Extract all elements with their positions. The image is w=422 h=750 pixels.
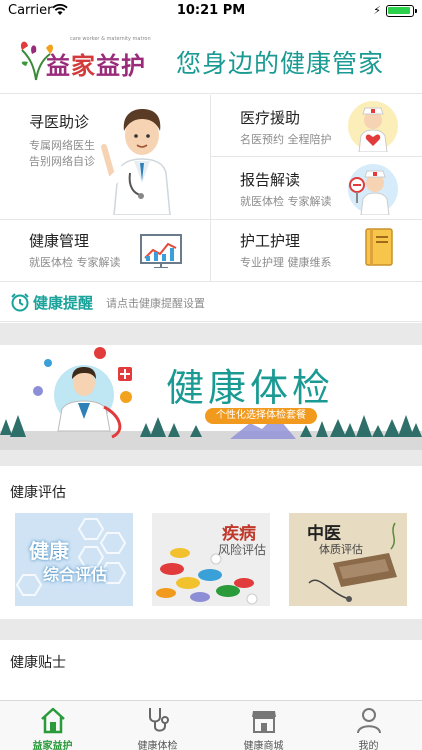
doctor-pointing-icon bbox=[101, 109, 171, 215]
battery-icon bbox=[386, 5, 417, 17]
service-subtitle: 就医体检 专家解读 bbox=[29, 256, 121, 269]
logo-subtext: care worker & maternity matron bbox=[70, 36, 151, 42]
card-line-2: 综合评估 bbox=[43, 565, 108, 584]
service-title: 寻医助诊 bbox=[29, 113, 90, 131]
card-line-2: 体质评估 bbox=[319, 543, 363, 556]
service-subtitle: 就医体检 专家解读 bbox=[240, 195, 332, 208]
service-title: 报告解读 bbox=[240, 171, 301, 189]
brand-part-3: 益护 bbox=[96, 51, 146, 80]
service-title: 医疗援助 bbox=[240, 109, 301, 127]
stethoscope-icon bbox=[149, 708, 169, 732]
service-report-interpretation[interactable]: 报告解读 就医体检 专家解读 bbox=[211, 157, 422, 220]
brand-header: care worker & maternity matron 益家益护 您身边的… bbox=[0, 22, 422, 94]
service-medical-aid[interactable]: 医疗援助 名医预约 全程陪护 bbox=[211, 95, 422, 157]
checkup-banner[interactable]: 健康体检 个性化选择体检套餐 bbox=[0, 345, 422, 450]
section-divider bbox=[0, 323, 422, 345]
tab-home[interactable]: 益家益护 bbox=[0, 701, 105, 750]
tab-mine[interactable]: 我的 bbox=[316, 701, 421, 750]
doctor-sign-icon bbox=[348, 164, 398, 215]
banner-title: 健康体检 bbox=[166, 366, 335, 410]
service-nursing-care[interactable]: 护工护理 专业护理 健康维系 bbox=[211, 220, 422, 282]
health-reminder-row[interactable]: 健康提醒 请点击健康提醒设置 bbox=[0, 282, 422, 322]
eval-card-comprehensive[interactable]: 健康 综合评估 bbox=[15, 513, 133, 606]
status-bar: Carrier 10:21 PM ⚡ bbox=[0, 0, 422, 22]
tab-label: 我的 bbox=[358, 741, 379, 750]
brand-name: 益家益护 bbox=[46, 46, 146, 81]
notebook-icon bbox=[365, 228, 393, 266]
tab-health-checkup[interactable]: 健康体检 bbox=[105, 701, 210, 750]
charging-icon: ⚡ bbox=[373, 4, 381, 17]
brand-logo: care worker & maternity matron 益家益护 bbox=[12, 32, 162, 84]
clock-time: 10:21 PM bbox=[176, 3, 246, 18]
card-line-1: 健康 bbox=[29, 539, 69, 563]
service-subtitle: 专属网络医生 bbox=[29, 139, 95, 152]
reminder-hint: 请点击健康提醒设置 bbox=[106, 297, 205, 310]
brand-part-1: 益 bbox=[46, 51, 71, 80]
tab-label: 益家益护 bbox=[32, 741, 73, 750]
service-title: 健康管理 bbox=[29, 232, 90, 250]
doctor-heart-icon bbox=[348, 101, 398, 152]
reminder-label: 健康提醒 bbox=[33, 294, 94, 312]
brand-part-2: 家 bbox=[71, 51, 96, 80]
home-icon bbox=[41, 707, 65, 734]
eval-card-tcm-constitution[interactable]: 中医 体质评估 bbox=[289, 513, 407, 606]
service-grid: 寻医助诊 专属网络医生 告别网络自诊 医疗援助 名医预约 全程陪护 报告解读 就… bbox=[0, 95, 422, 282]
service-subtitle: 专业护理 健康维系 bbox=[240, 256, 332, 269]
battery-fill bbox=[388, 7, 410, 14]
service-health-management[interactable]: 健康管理 就医体检 专家解读 bbox=[0, 220, 211, 282]
service-subtitle: 告别网络自诊 bbox=[29, 155, 95, 168]
chart-board-icon bbox=[140, 234, 182, 268]
tab-label: 健康体检 bbox=[137, 741, 178, 750]
tab-label: 健康商城 bbox=[243, 741, 284, 750]
section-divider bbox=[0, 450, 422, 466]
section-title: 健康评估 bbox=[10, 485, 66, 501]
shop-icon bbox=[252, 711, 276, 733]
banner-tagline: 个性化选择体检套餐 bbox=[205, 408, 317, 424]
alarm-clock-icon bbox=[11, 293, 29, 312]
health-tips-section: 健康贴士 bbox=[0, 640, 422, 700]
section-title: 健康贴士 bbox=[10, 655, 66, 671]
service-find-doctor[interactable]: 寻医助诊 专属网络医生 告别网络自诊 bbox=[0, 95, 211, 220]
card-line-2: 风险评估 bbox=[218, 543, 267, 557]
tab-health-shop[interactable]: 健康商城 bbox=[211, 701, 316, 750]
service-subtitle: 名医预约 全程陪护 bbox=[240, 133, 332, 146]
eval-card-disease-risk[interactable]: 疾病 风险评估 bbox=[152, 513, 270, 606]
section-divider bbox=[0, 619, 422, 640]
user-icon bbox=[357, 708, 381, 734]
tab-bar: 益家益护 健康体检 健康商城 我的 bbox=[0, 700, 422, 750]
health-evaluation-section: 健康评估 健康 综合评估 疾病 风险评估 中医 体质评估 bbox=[0, 466, 422, 619]
service-title: 护工护理 bbox=[240, 232, 301, 250]
slogan: 您身边的健康管家 bbox=[176, 49, 385, 78]
